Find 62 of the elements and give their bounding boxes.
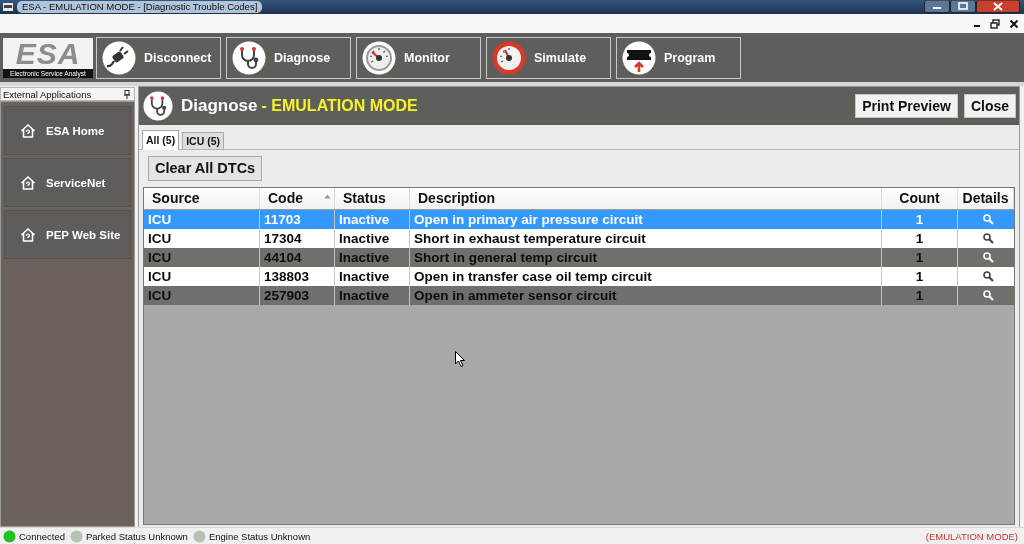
close-icon[interactable]	[1009, 18, 1019, 29]
magnifier-icon[interactable]	[982, 290, 994, 301]
minimize-icon[interactable]	[924, 0, 950, 13]
toolbar-button[interactable]: Simulate	[486, 36, 611, 79]
table-cell: 1	[882, 286, 958, 305]
logo-wordmark: ESA	[14, 37, 82, 69]
table-row[interactable]: ICU 257903 Inactive Open in ammeter sensor circuit 1	[144, 286, 1014, 305]
house-icon	[20, 226, 36, 243]
pane-title: External Applications	[3, 88, 92, 100]
column-header[interactable]: Description	[410, 188, 882, 209]
column-header[interactable]: Details	[958, 188, 1014, 209]
mode-label: - EMULATION MODE	[261, 97, 418, 115]
toolbar-button[interactable]: Diagnose	[226, 36, 351, 79]
clear-dtcs-button[interactable]: Clear All DTCs	[148, 156, 263, 181]
sidebar-link[interactable]: PEP Web Site	[4, 210, 131, 259]
table-row[interactable]: ICU 44104 Inactive Short in general temp circuit 1	[144, 248, 1014, 267]
tab[interactable]: ICU (5)	[182, 132, 224, 149]
magnifier-icon[interactable]	[982, 233, 994, 244]
close-icon[interactable]	[976, 0, 1020, 13]
plug-icon	[102, 40, 136, 75]
header-button[interactable]: Close	[963, 94, 1016, 118]
table-cell: ICU	[144, 286, 260, 305]
status-label: Connected	[19, 530, 65, 542]
gauge-icon	[492, 40, 526, 75]
mouse-pointer-icon	[455, 351, 465, 367]
column-header[interactable]: Status	[335, 188, 410, 209]
table-cell: Open in ammeter sensor circuit	[410, 286, 882, 305]
column-header[interactable]: Count	[882, 188, 958, 209]
stethoscope-icon	[143, 91, 173, 121]
panel-title: Diagnose	[181, 96, 258, 116]
toolbar-button[interactable]: Monitor	[356, 36, 481, 79]
sidebar-link[interactable]: ESA Home	[4, 106, 131, 155]
app-icon	[3, 2, 13, 12]
status-label: Parked Status Unknown	[85, 530, 188, 542]
status-dot-icon	[3, 529, 16, 543]
stethoscope-icon	[232, 40, 266, 75]
column-header[interactable]: Source	[144, 188, 260, 209]
window-title: ESA - EMULATION MODE - [Diagnostic Trouble Codes]	[17, 1, 263, 13]
magnifier-icon[interactable]	[982, 271, 994, 282]
header-button[interactable]: Print Preview	[855, 94, 958, 118]
house-icon	[20, 122, 36, 139]
status-dot-icon	[192, 529, 206, 543]
mode-status: (EMULATION MODE)	[925, 530, 1018, 542]
tab[interactable]: All (5)	[142, 130, 180, 150]
column-header[interactable]: Code	[260, 188, 335, 209]
gauge-icon	[362, 40, 396, 75]
restore-icon[interactable]	[990, 18, 1000, 29]
sidebar-link[interactable]: ServiceNet	[4, 158, 131, 207]
maximize-icon[interactable]	[950, 0, 976, 13]
table-row[interactable]: ICU 138803 Inactive Open in transfer case oil temp circuit 1	[144, 267, 1014, 286]
status-label: Engine Status Unknown	[208, 530, 311, 542]
sort-arrow-icon	[324, 194, 331, 199]
chip-icon	[622, 40, 656, 75]
toolbar-button[interactable]: Program	[616, 36, 741, 79]
magnifier-icon[interactable]	[982, 252, 994, 263]
pin-icon[interactable]	[124, 89, 130, 99]
toolbar-button[interactable]: Disconnect	[96, 36, 221, 79]
table-row[interactable]: ICU 17304 Inactive Short in exhaust temperature circuit 1	[144, 229, 1014, 248]
table-cell: 257903	[260, 286, 335, 305]
status-dot-icon	[69, 529, 83, 543]
house-icon	[20, 174, 36, 191]
table-cell: Inactive	[335, 286, 410, 305]
